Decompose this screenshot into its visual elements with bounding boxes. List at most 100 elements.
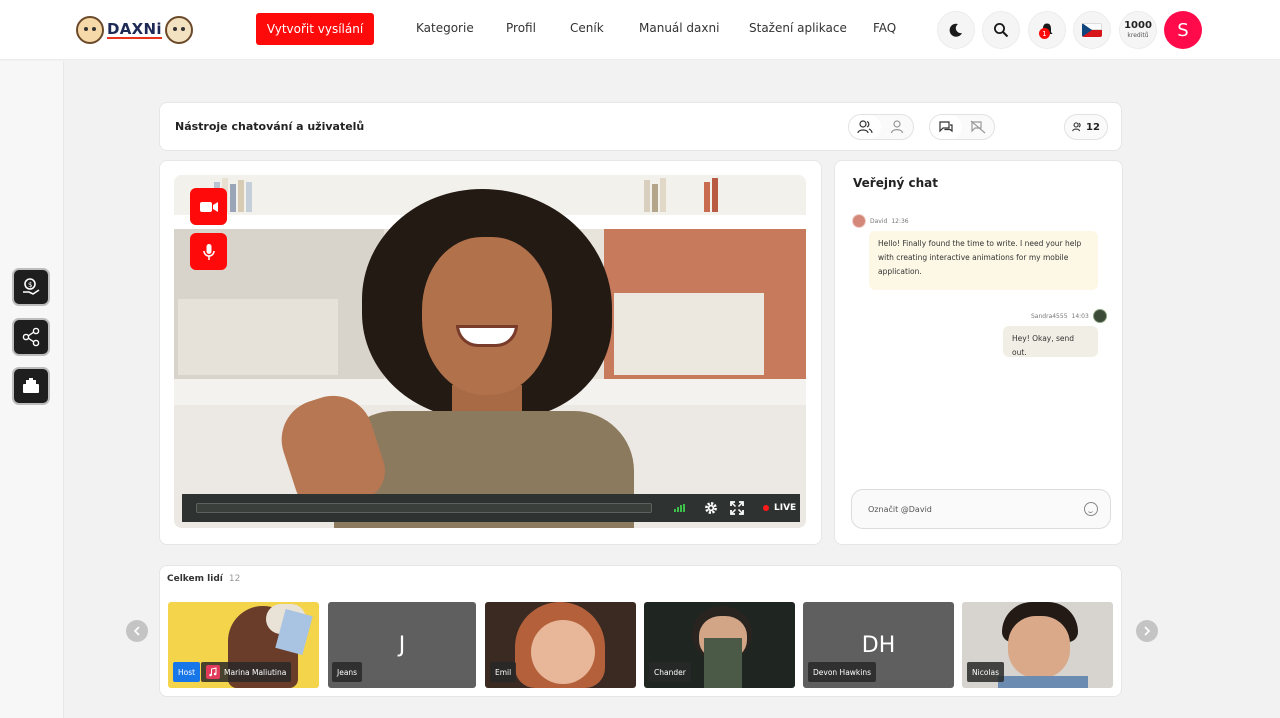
chat-tools-bar: Nástroje chatování a uživatelů 12 bbox=[159, 102, 1122, 151]
settings-icon bbox=[705, 502, 717, 514]
background-books-right bbox=[644, 178, 784, 212]
sidebar-tip-button[interactable]: $ bbox=[12, 268, 50, 306]
participant-name: Devon Hawkins bbox=[808, 662, 877, 682]
chat-title: Veřejný chat bbox=[853, 176, 938, 190]
message-time: 12:36 bbox=[891, 217, 909, 225]
search-button[interactable] bbox=[982, 11, 1020, 49]
czech-flag-icon bbox=[1082, 23, 1102, 37]
left-sidebar: $ bbox=[0, 61, 64, 718]
fullscreen-button[interactable] bbox=[729, 500, 745, 516]
chat-view-toggle[interactable] bbox=[929, 114, 995, 140]
participant-tile[interactable]: Nicolas bbox=[962, 602, 1113, 688]
public-chat-panel: Veřejný chat David 12:36 Hello! Finally … bbox=[834, 160, 1123, 545]
fullscreen-icon bbox=[730, 501, 744, 515]
people-title-label: Celkem lidí bbox=[167, 574, 223, 584]
live-label: LIVE bbox=[774, 503, 797, 513]
live-indicator: LIVE bbox=[763, 503, 796, 513]
music-note-icon bbox=[206, 665, 220, 679]
video-controls: LIVE bbox=[182, 494, 800, 522]
participant-tile[interactable]: J Jeans bbox=[328, 602, 476, 688]
viewer-count-value: 12 bbox=[1086, 121, 1100, 133]
svg-text:$: $ bbox=[28, 281, 32, 289]
chevron-right-icon bbox=[1144, 626, 1151, 636]
settings-button[interactable] bbox=[703, 500, 719, 516]
participant-name: Emil bbox=[490, 662, 517, 682]
avatar bbox=[1092, 309, 1107, 323]
logo-text: DAXNi bbox=[107, 20, 162, 39]
top-header: DAXNi Vytvořit vysílání Kategorie Profil… bbox=[0, 0, 1280, 60]
chat-bubbles-icon bbox=[939, 121, 953, 133]
people-count: 12 bbox=[228, 574, 241, 584]
message-author: David bbox=[870, 217, 888, 225]
chat-message: Hey! Okay, send out. bbox=[1003, 326, 1098, 357]
host-badge: Host bbox=[173, 662, 201, 682]
participant-name: Nicolas bbox=[967, 662, 1004, 682]
emoji-icon[interactable] bbox=[1084, 502, 1098, 516]
video-progress-bar[interactable] bbox=[196, 503, 652, 513]
participant-tile[interactable]: Chander bbox=[644, 602, 795, 688]
credits-value: 1000 bbox=[1124, 20, 1152, 31]
chat-input-value: Označit @David bbox=[868, 504, 932, 514]
sidebar-share-button[interactable] bbox=[12, 318, 50, 356]
sidebar-gift-button[interactable] bbox=[12, 367, 50, 405]
notification-badge: 1 bbox=[1039, 28, 1050, 39]
language-button[interactable] bbox=[1073, 11, 1111, 49]
viewer-count[interactable]: 12 bbox=[1064, 114, 1108, 140]
signal-strength-icon bbox=[674, 504, 685, 512]
message-meta-1: David 12:36 bbox=[852, 214, 909, 228]
logo-mascot-right bbox=[164, 16, 193, 44]
chat-off-toggle[interactable] bbox=[962, 115, 994, 139]
people-title: Celkem lidí 12 bbox=[167, 574, 240, 584]
all-users-toggle[interactable] bbox=[849, 115, 881, 139]
chat-off-icon bbox=[970, 120, 986, 134]
users-icon bbox=[857, 120, 873, 134]
message-time: 14:03 bbox=[1071, 312, 1089, 320]
moon-icon bbox=[949, 23, 962, 37]
tip-icon: $ bbox=[23, 278, 40, 295]
create-broadcast-button[interactable]: Vytvořit vysílání bbox=[256, 13, 374, 45]
chat-message: Hello! Finally found the time to write. … bbox=[869, 231, 1098, 290]
nav-manual[interactable]: Manuál daxni bbox=[639, 21, 719, 35]
dark-mode-button[interactable] bbox=[937, 11, 975, 49]
user-view-toggle[interactable] bbox=[848, 114, 914, 140]
nav-categories[interactable]: Kategorie bbox=[416, 21, 474, 35]
camera-icon bbox=[199, 201, 218, 212]
live-video[interactable]: LIVE bbox=[174, 175, 806, 528]
single-user-toggle[interactable] bbox=[881, 115, 913, 139]
participant-tile[interactable]: Emil bbox=[485, 602, 636, 688]
presenter-face bbox=[422, 237, 552, 395]
participant-tile[interactable]: DH Devon Hawkins bbox=[803, 602, 954, 688]
avatar bbox=[852, 214, 866, 228]
nav-download-app[interactable]: Stažení aplikace bbox=[749, 21, 847, 35]
credits-button[interactable]: 1000 kreditů bbox=[1119, 11, 1157, 49]
participant-name: Jeans bbox=[332, 662, 363, 682]
participant-tile[interactable]: Host Marina Maliutina bbox=[168, 602, 319, 688]
credits-label: kreditů bbox=[1127, 32, 1149, 39]
chevron-left-icon bbox=[133, 626, 140, 636]
participant-name: Chander bbox=[649, 662, 691, 682]
share-icon bbox=[22, 327, 40, 347]
chat-input[interactable]: Označit @David bbox=[851, 489, 1111, 529]
microphone-icon bbox=[202, 243, 215, 260]
gift-icon bbox=[23, 378, 39, 393]
nav-faq[interactable]: FAQ bbox=[873, 21, 896, 35]
people-panel: Celkem lidí 12 Host Marina Maliutina J J… bbox=[159, 565, 1122, 697]
chat-tools-title: Nástroje chatování a uživatelů bbox=[175, 120, 365, 133]
microphone-toggle-button[interactable] bbox=[190, 233, 227, 270]
camera-toggle-button[interactable] bbox=[190, 188, 227, 225]
user-avatar[interactable]: S bbox=[1164, 11, 1202, 49]
live-dot-icon bbox=[763, 505, 769, 511]
message-author: Sandra4555 bbox=[1031, 312, 1068, 320]
logo[interactable]: DAXNi bbox=[76, 13, 193, 47]
nav-pricing[interactable]: Ceník bbox=[570, 21, 604, 35]
message-meta-2: Sandra4555 14:03 bbox=[1031, 309, 1107, 323]
chat-on-toggle[interactable] bbox=[930, 115, 962, 139]
users-small-icon bbox=[1072, 122, 1081, 132]
nav-profile[interactable]: Profil bbox=[506, 21, 536, 35]
participant-name: Marina Maliutina bbox=[201, 662, 292, 682]
user-icon bbox=[890, 120, 904, 134]
notifications-button[interactable]: 1 bbox=[1028, 11, 1066, 49]
logo-mascot-left bbox=[76, 16, 104, 44]
people-prev-button[interactable] bbox=[126, 620, 148, 642]
people-next-button[interactable] bbox=[1136, 620, 1158, 642]
